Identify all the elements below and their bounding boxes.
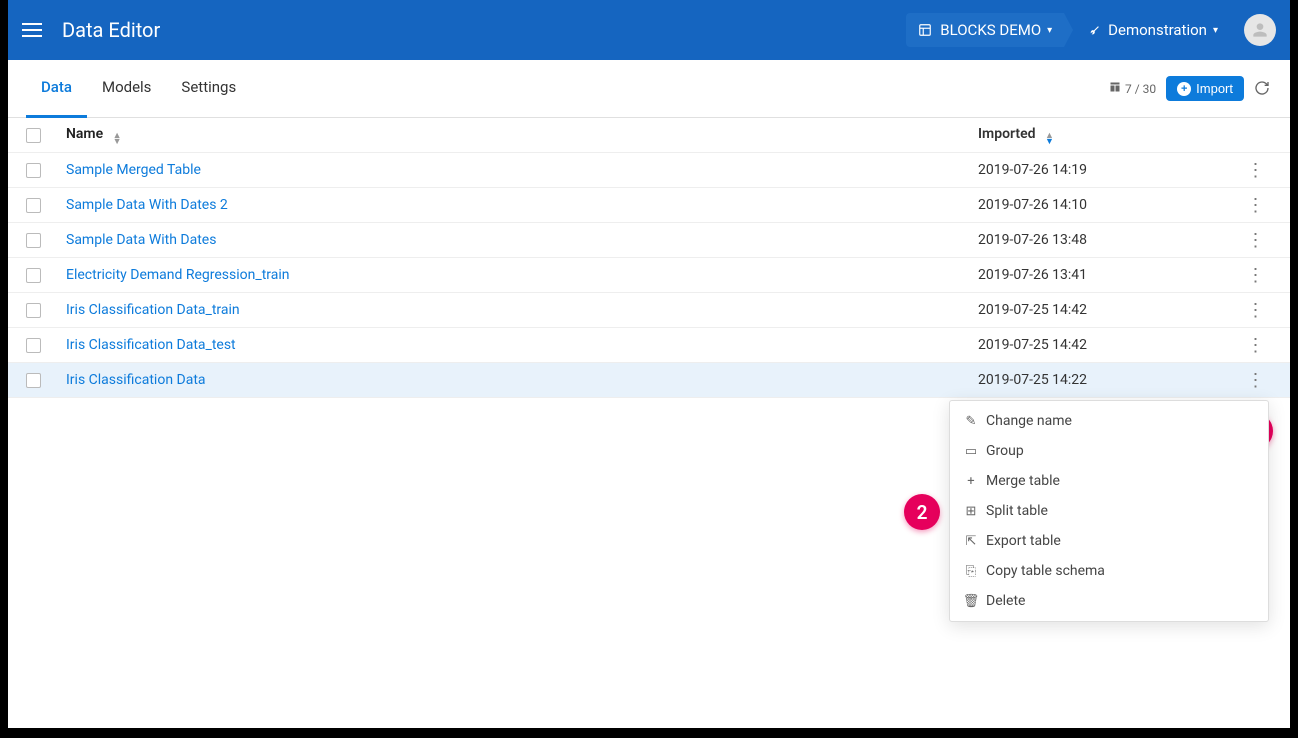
row-checkbox[interactable] xyxy=(26,373,41,388)
tab-models[interactable]: Models xyxy=(87,60,166,118)
table-count: 7 / 30 xyxy=(1109,81,1156,96)
table-row[interactable]: Sample Data With Dates2019-07-26 13:48 ⋮ xyxy=(8,223,1290,258)
menu-item-copy-table-schema[interactable]: ⎘Copy table schema xyxy=(950,556,1268,586)
copy-icon: ⎘ xyxy=(964,564,978,579)
row-actions-button[interactable]: ⋮ xyxy=(1247,230,1264,251)
row-context-menu: ✎Change name▭Group+Merge table⊞Split tab… xyxy=(949,400,1269,622)
row-imported: 2019-07-25 14:22 xyxy=(978,372,1238,388)
menu-item-split-table[interactable]: ⊞Split table xyxy=(950,496,1268,526)
plus-circle-icon: + xyxy=(1177,82,1191,96)
table-row[interactable]: Iris Classification Data_test2019-07-25 … xyxy=(8,328,1290,363)
import-button[interactable]: + Import xyxy=(1166,76,1244,101)
folder-icon: ▭ xyxy=(964,444,978,459)
row-imported: 2019-07-25 14:42 xyxy=(978,337,1238,353)
row-actions-button[interactable]: ⋮ xyxy=(1247,195,1264,216)
row-imported: 2019-07-26 13:41 xyxy=(978,267,1238,283)
caret-down-icon: ▾ xyxy=(1213,25,1218,36)
row-imported: 2019-07-26 14:10 xyxy=(978,197,1238,213)
table-row[interactable]: Sample Merged Table2019-07-26 14:19 ⋮ xyxy=(8,153,1290,188)
row-name-link[interactable]: Iris Classification Data_test xyxy=(66,337,978,353)
row-name-link[interactable]: Electricity Demand Regression_train xyxy=(66,267,978,283)
project-selector[interactable]: BLOCKS DEMO ▾ xyxy=(906,13,1064,47)
table-row[interactable]: Sample Data With Dates 22019-07-26 14:10… xyxy=(8,188,1290,223)
tab-data[interactable]: Data xyxy=(26,60,87,118)
export-icon: ⇱ xyxy=(964,534,978,549)
plus-icon: + xyxy=(964,474,978,489)
menu-item-export-table[interactable]: ⇱Export table xyxy=(950,526,1268,556)
table-row[interactable]: Iris Classification Data2019-07-25 14:22… xyxy=(8,363,1290,398)
top-bar: Data Editor BLOCKS DEMO ▾ Demonstration … xyxy=(8,0,1290,60)
row-actions-button[interactable]: ⋮ xyxy=(1247,300,1264,321)
sort-icon: ▲▼ xyxy=(113,133,122,145)
project-name: BLOCKS DEMO xyxy=(940,21,1041,39)
row-name-link[interactable]: Sample Data With Dates xyxy=(66,232,978,248)
menu-item-change-name[interactable]: ✎Change name xyxy=(950,406,1268,436)
row-name-link[interactable]: Iris Classification Data xyxy=(66,372,978,388)
user-avatar[interactable] xyxy=(1244,14,1276,46)
row-imported: 2019-07-26 13:48 xyxy=(978,232,1238,248)
refresh-button[interactable] xyxy=(1254,80,1272,98)
project-icon xyxy=(918,23,932,37)
row-checkbox[interactable] xyxy=(26,233,41,248)
row-name-link[interactable]: Iris Classification Data_train xyxy=(66,302,978,318)
select-all-checkbox[interactable] xyxy=(26,128,41,143)
table-header: Name ▲▼ Imported ▲▼ xyxy=(8,118,1290,153)
row-checkbox[interactable] xyxy=(26,163,41,178)
row-actions-button[interactable]: ⋮ xyxy=(1247,265,1264,286)
tab-settings[interactable]: Settings xyxy=(166,60,251,118)
sort-icon: ▲▼ xyxy=(1045,133,1054,145)
row-actions-button[interactable]: ⋮ xyxy=(1247,370,1264,391)
row-name-link[interactable]: Sample Data With Dates 2 xyxy=(66,197,978,213)
pencil-icon: ✎ xyxy=(964,414,978,429)
column-header-imported[interactable]: Imported ▲▼ xyxy=(978,126,1238,145)
annotation-callout-2: 2 xyxy=(904,494,940,530)
row-checkbox[interactable] xyxy=(26,198,41,213)
workspace-name: Demonstration xyxy=(1108,21,1207,39)
data-table: Name ▲▼ Imported ▲▼ Sample Merged Table2… xyxy=(8,118,1290,398)
menu-item-group[interactable]: ▭Group xyxy=(950,436,1268,466)
row-actions-button[interactable]: ⋮ xyxy=(1247,335,1264,356)
row-checkbox[interactable] xyxy=(26,268,41,283)
app-title: Data Editor xyxy=(62,18,160,42)
row-imported: 2019-07-25 14:42 xyxy=(978,302,1238,318)
column-header-name[interactable]: Name ▲▼ xyxy=(66,126,978,145)
tabs-row: DataModelsSettings 7 / 30 + Import xyxy=(8,60,1290,118)
table-row[interactable]: Iris Classification Data_train2019-07-25… xyxy=(8,293,1290,328)
row-checkbox[interactable] xyxy=(26,303,41,318)
row-actions-button[interactable]: ⋮ xyxy=(1247,160,1264,181)
menu-item-merge-table[interactable]: +Merge table xyxy=(950,466,1268,496)
trash-icon: 🗑 xyxy=(964,594,978,609)
caret-down-icon: ▾ xyxy=(1047,25,1052,36)
wrench-icon xyxy=(1086,23,1100,37)
row-checkbox[interactable] xyxy=(26,338,41,353)
row-name-link[interactable]: Sample Merged Table xyxy=(66,162,978,178)
split-icon: ⊞ xyxy=(964,504,978,519)
menu-item-delete[interactable]: 🗑Delete xyxy=(950,586,1268,616)
row-imported: 2019-07-26 14:19 xyxy=(978,162,1238,178)
table-row[interactable]: Electricity Demand Regression_train2019-… xyxy=(8,258,1290,293)
table-icon xyxy=(1109,81,1121,96)
hamburger-menu-icon[interactable] xyxy=(22,17,48,43)
workspace-selector[interactable]: Demonstration ▾ xyxy=(1066,13,1230,47)
